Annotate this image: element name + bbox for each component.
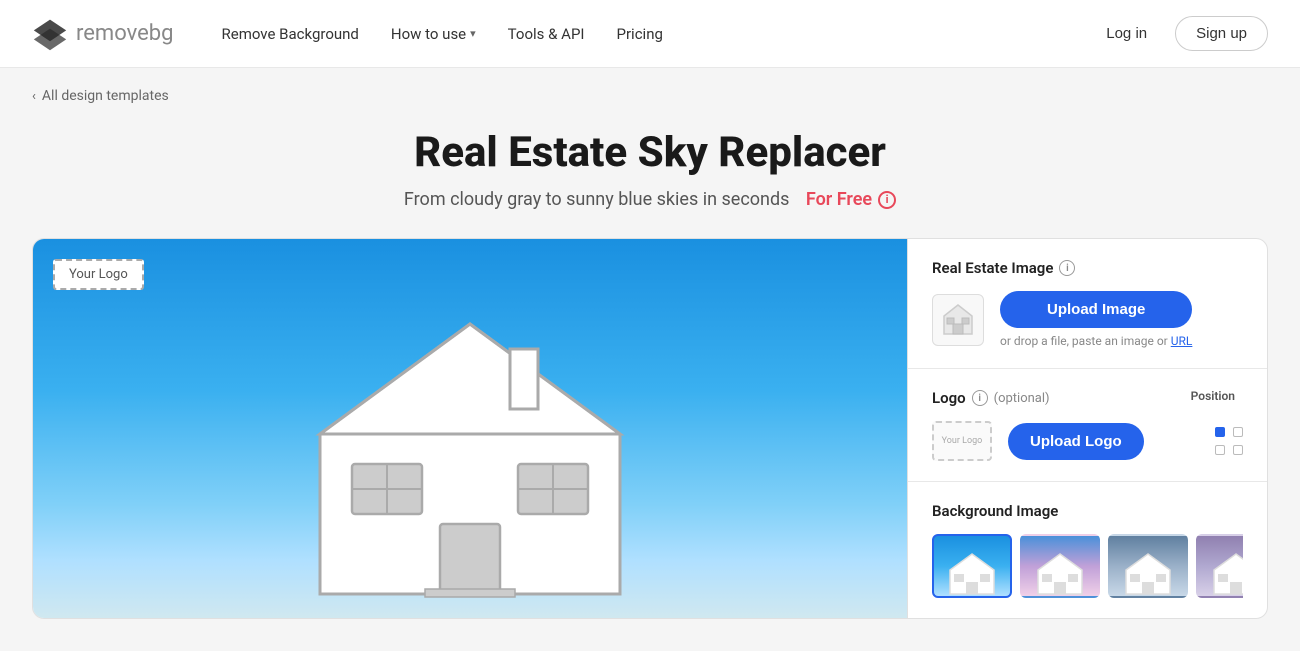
position-dots: [1215, 427, 1243, 455]
preview-image: Your Logo: [33, 239, 907, 618]
header-actions: Log in Sign up: [1090, 16, 1268, 51]
position-dot-top-left[interactable]: [1215, 427, 1225, 437]
bg-thumb-4[interactable]: [1196, 534, 1243, 598]
logo-preview-placeholder: Your Logo: [53, 259, 144, 290]
preview-panel: Your Logo: [33, 239, 907, 618]
header: removebg Remove Background How to use ▾ …: [0, 0, 1300, 68]
nav-how-to-use[interactable]: How to use ▾: [379, 17, 488, 51]
position-label: Position: [1191, 389, 1235, 403]
upload-hint: or drop a file, paste an image or URL: [1000, 334, 1192, 348]
real-estate-section-title: Real Estate Image i: [932, 259, 1243, 277]
position-dot-top-right[interactable]: [1233, 427, 1243, 437]
logo-upload-row: Your Logo Upload Logo: [932, 421, 1243, 461]
upload-row: Upload Image or drop a file, paste an im…: [932, 291, 1243, 348]
optional-label: (optional): [994, 391, 1050, 406]
logo-section: Logo i (optional) Position Your Logo Upl…: [908, 369, 1267, 482]
house-thumbnail: [932, 294, 984, 346]
position-grid: [1215, 427, 1243, 455]
upload-logo-button[interactable]: Upload Logo: [1008, 423, 1144, 460]
house-icon: [940, 302, 976, 338]
chevron-left-icon: ‹: [32, 89, 36, 104]
upload-area: Upload Image or drop a file, paste an im…: [1000, 291, 1192, 348]
background-thumbnails: [932, 534, 1243, 598]
position-dot-bottom-right[interactable]: [1233, 445, 1243, 455]
main-content: ‹ All design templates Real Estate Sky R…: [0, 68, 1300, 651]
for-free-label: For Free: [806, 189, 872, 210]
logo-thumb: Your Logo: [932, 421, 992, 461]
nav-tools-api[interactable]: Tools & API: [496, 17, 597, 51]
signup-button[interactable]: Sign up: [1175, 16, 1268, 51]
controls-panel: Real Estate Image i Upload Image: [907, 239, 1267, 618]
real-estate-section: Real Estate Image i Upload Image: [908, 239, 1267, 369]
position-dot-bottom-left[interactable]: [1215, 445, 1225, 455]
logo-section-title: Logo i (optional) Position: [932, 389, 1243, 407]
tool-area: Your Logo: [32, 238, 1268, 619]
bg-thumb-1[interactable]: [932, 534, 1012, 598]
login-button[interactable]: Log in: [1090, 17, 1163, 50]
real-estate-info-icon[interactable]: i: [1059, 260, 1075, 276]
house-preview: [280, 294, 660, 618]
main-nav: Remove Background How to use ▾ Tools & A…: [210, 17, 1055, 51]
logo-icon: [32, 16, 68, 52]
logo[interactable]: removebg: [32, 16, 174, 52]
page-title: Real Estate Sky Replacer: [32, 128, 1268, 177]
page-subtitle: From cloudy gray to sunny blue skies in …: [32, 189, 1268, 210]
background-section-title: Background Image: [932, 502, 1243, 520]
bg-thumb-3[interactable]: [1108, 534, 1188, 598]
logo-info-icon[interactable]: i: [972, 390, 988, 406]
chevron-down-icon: ▾: [470, 27, 476, 40]
bg-thumb-2[interactable]: [1020, 534, 1100, 598]
free-info-icon[interactable]: i: [878, 191, 896, 209]
upload-image-button[interactable]: Upload Image: [1000, 291, 1192, 328]
background-section: Background Image: [908, 482, 1267, 618]
url-link[interactable]: URL: [1171, 334, 1193, 348]
nav-remove-background[interactable]: Remove Background: [210, 17, 371, 51]
nav-pricing[interactable]: Pricing: [605, 17, 675, 51]
logo-text: removebg: [76, 21, 174, 46]
breadcrumb[interactable]: ‹ All design templates: [32, 88, 1268, 104]
